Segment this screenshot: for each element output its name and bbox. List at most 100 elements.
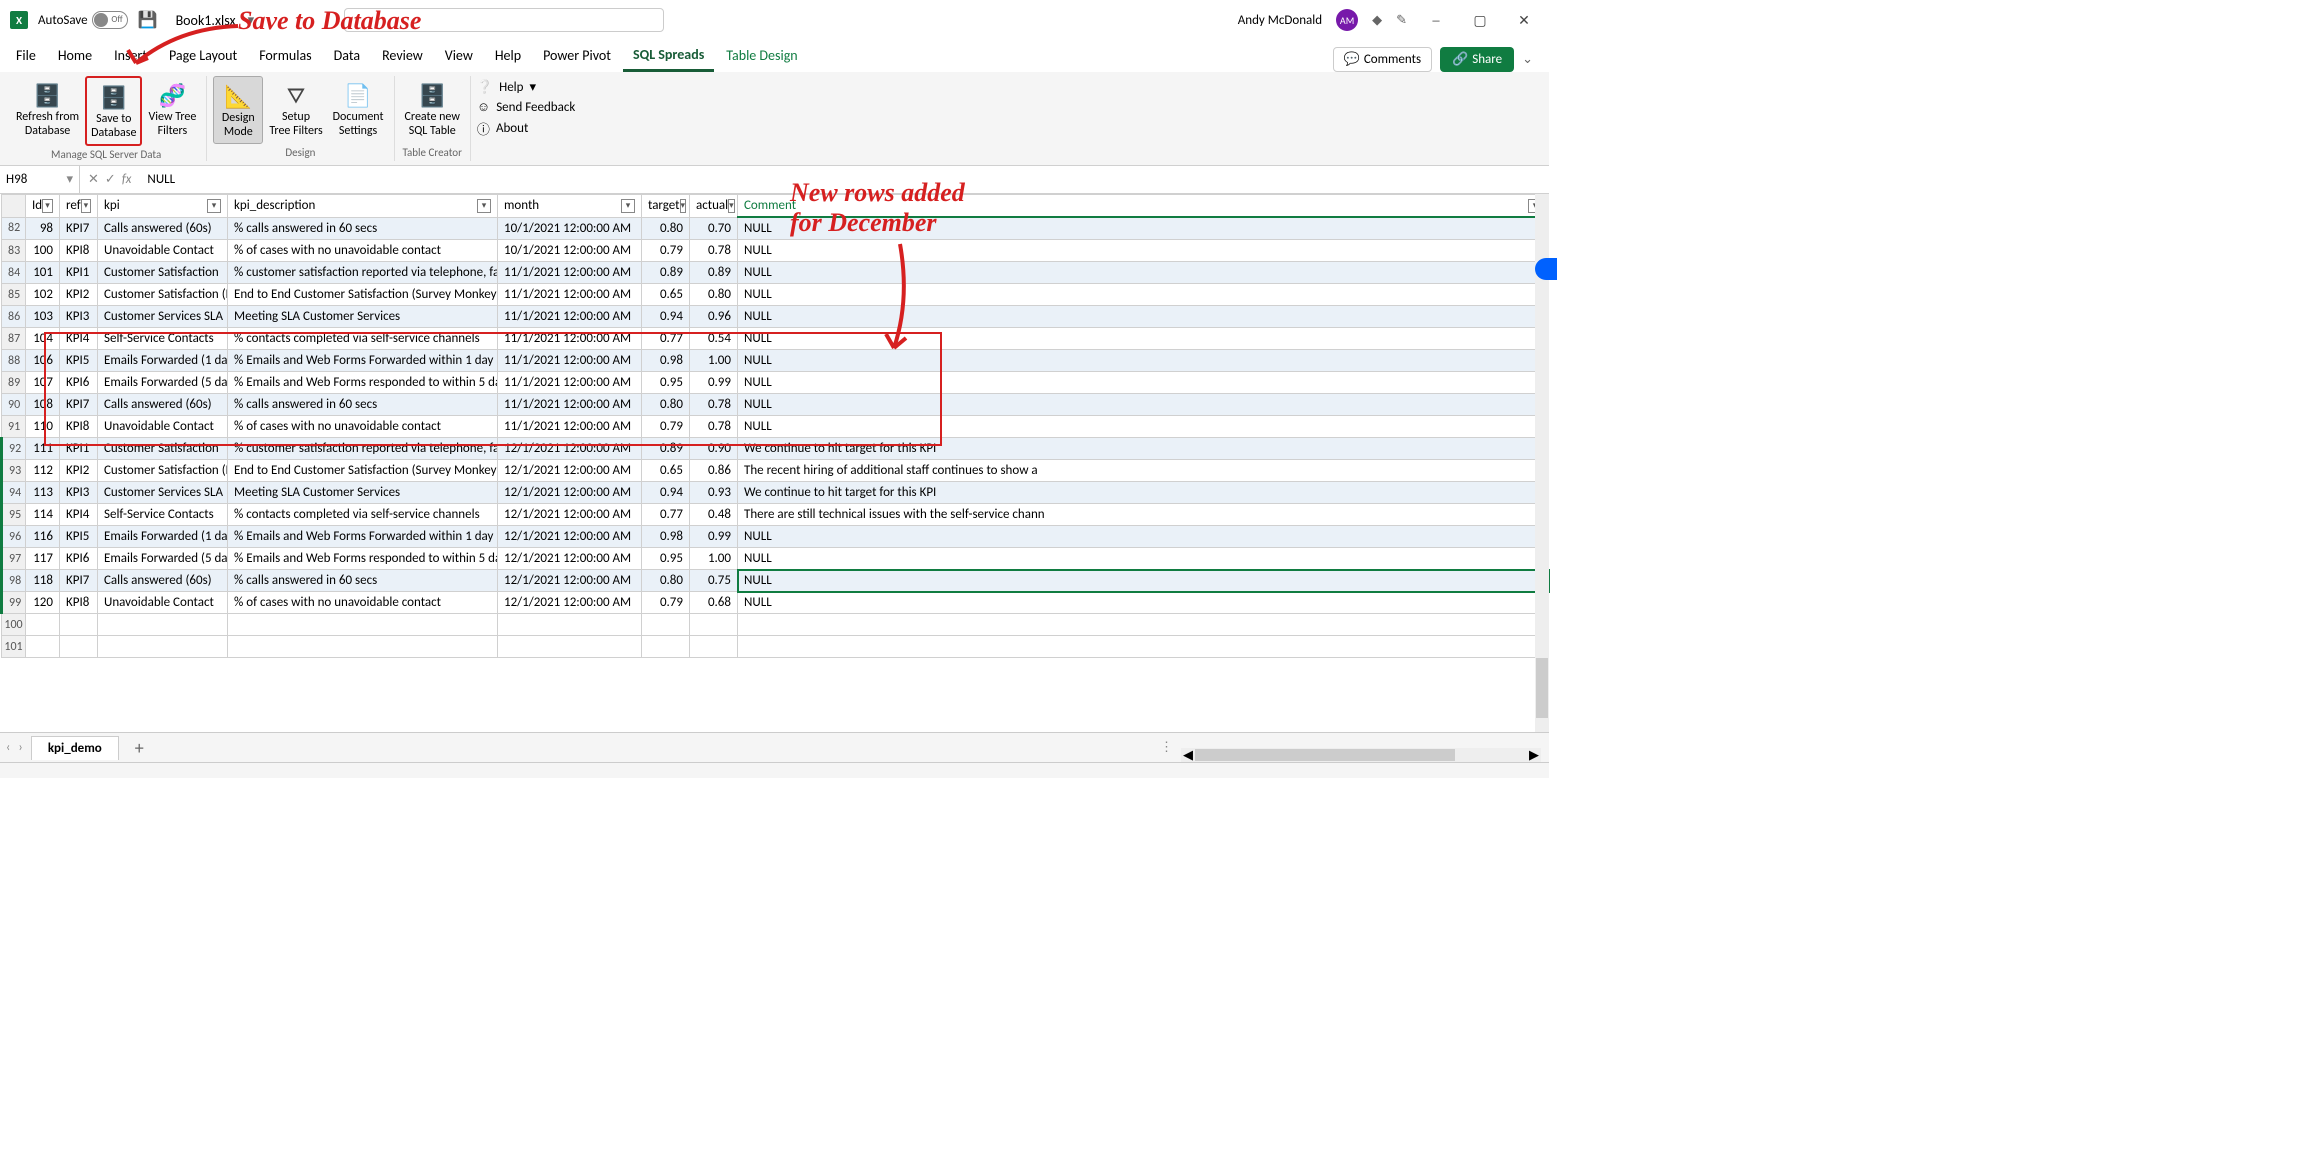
- table-row[interactable]: 8298KPI7Calls answered (60s)% calls answ…: [2, 217, 1549, 240]
- cell-kpi[interactable]: Unavoidable Contact: [98, 592, 228, 614]
- cell[interactable]: [26, 614, 60, 636]
- filter-icon[interactable]: ▾: [621, 199, 635, 213]
- table-row[interactable]: 96116KPI5Emails Forwarded (1 day)% Email…: [2, 526, 1549, 548]
- cell-ref[interactable]: KPI4: [60, 504, 98, 526]
- filter-icon[interactable]: ▾: [680, 199, 687, 213]
- cell-actual[interactable]: 0.80: [690, 284, 738, 306]
- row-number[interactable]: 87: [2, 328, 26, 350]
- cell[interactable]: [498, 614, 642, 636]
- table-row[interactable]: 83100KPI8Unavoidable Contact% of cases w…: [2, 240, 1549, 262]
- table-row[interactable]: 87104KPI4Self-Service Contacts% contacts…: [2, 328, 1549, 350]
- table-row[interactable]: 99120KPI8Unavoidable Contact% of cases w…: [2, 592, 1549, 614]
- cell-desc[interactable]: % customer satisfaction reported via tel…: [228, 438, 498, 460]
- collapse-ribbon-icon[interactable]: ⌄: [1522, 52, 1533, 67]
- cell[interactable]: [738, 636, 1549, 658]
- cell[interactable]: [228, 636, 498, 658]
- refresh-from-database-button[interactable]: 🗄️Refresh from Database: [12, 76, 83, 146]
- cell-desc[interactable]: % Emails and Web Forms responded to with…: [228, 372, 498, 394]
- filter-icon[interactable]: ▾: [81, 199, 91, 213]
- maximize-button[interactable]: ▢: [1465, 12, 1495, 29]
- cell[interactable]: [738, 614, 1549, 636]
- cell-ref[interactable]: KPI2: [60, 460, 98, 482]
- cell-desc[interactable]: % Emails and Web Forms responded to with…: [228, 548, 498, 570]
- tab-data[interactable]: Data: [324, 41, 370, 72]
- cell-comment[interactable]: We continue to hit target for this KPI: [738, 482, 1549, 504]
- cell-id[interactable]: 116: [26, 526, 60, 548]
- cell-id[interactable]: 117: [26, 548, 60, 570]
- enter-icon[interactable]: ✓: [105, 172, 116, 187]
- save-to-database-button[interactable]: 🗄️Save to Database: [85, 76, 142, 146]
- sheet-nav[interactable]: ‹›: [6, 740, 23, 755]
- tab-power-pivot[interactable]: Power Pivot: [533, 41, 621, 72]
- col-comment[interactable]: Comment▾: [738, 195, 1549, 218]
- cell-month[interactable]: 11/1/2021 12:00:00 AM: [498, 394, 642, 416]
- formula-input[interactable]: NULL: [139, 172, 183, 187]
- cell-comment[interactable]: NULL: [738, 262, 1549, 284]
- cell-target[interactable]: 0.89: [642, 262, 690, 284]
- cell[interactable]: [26, 636, 60, 658]
- cell-ref[interactable]: KPI5: [60, 526, 98, 548]
- cell-id[interactable]: 120: [26, 592, 60, 614]
- cell-ref[interactable]: KPI5: [60, 350, 98, 372]
- cell-kpi[interactable]: Emails Forwarded (5 days): [98, 372, 228, 394]
- tab-page-layout[interactable]: Page Layout: [159, 41, 247, 72]
- chevron-down-icon[interactable]: ▾: [66, 172, 73, 187]
- table-row[interactable]: 89107KPI6Emails Forwarded (5 days)% Emai…: [2, 372, 1549, 394]
- cell-kpi[interactable]: Customer Services SLA: [98, 482, 228, 504]
- cell-desc[interactable]: End to End Customer Satisfaction (Survey…: [228, 460, 498, 482]
- row-number[interactable]: 93: [2, 460, 26, 482]
- cell-actual[interactable]: 0.96: [690, 306, 738, 328]
- select-all[interactable]: [2, 195, 26, 218]
- cell-ref[interactable]: KPI7: [60, 570, 98, 592]
- cell-kpi[interactable]: Customer Satisfaction: [98, 438, 228, 460]
- tab-review[interactable]: Review: [372, 41, 433, 72]
- cell-id[interactable]: 113: [26, 482, 60, 504]
- view-tree-filters-button[interactable]: 🧬View Tree Filters: [144, 76, 200, 146]
- row-number[interactable]: 82: [2, 217, 26, 240]
- cell-target[interactable]: 0.79: [642, 592, 690, 614]
- cell-kpi[interactable]: Customer Satisfaction: [98, 262, 228, 284]
- cell-kpi[interactable]: Unavoidable Contact: [98, 240, 228, 262]
- cell-id[interactable]: 107: [26, 372, 60, 394]
- cell-id[interactable]: 102: [26, 284, 60, 306]
- cell-kpi[interactable]: Self-Service Contacts: [98, 504, 228, 526]
- name-box[interactable]: H98▾: [0, 166, 80, 193]
- cell-month[interactable]: 11/1/2021 12:00:00 AM: [498, 350, 642, 372]
- cell-actual[interactable]: 0.99: [690, 372, 738, 394]
- table-row[interactable]: 95114KPI4Self-Service Contacts% contacts…: [2, 504, 1549, 526]
- cell-desc[interactable]: % contacts completed via self-service ch…: [228, 328, 498, 350]
- cell[interactable]: [60, 614, 98, 636]
- row-number[interactable]: 89: [2, 372, 26, 394]
- cell-ref[interactable]: KPI8: [60, 592, 98, 614]
- cell-target[interactable]: 0.77: [642, 328, 690, 350]
- cell-comment[interactable]: NULL: [738, 592, 1549, 614]
- tab-table-design[interactable]: Table Design: [716, 41, 807, 72]
- cell-ref[interactable]: KPI1: [60, 438, 98, 460]
- cell-ref[interactable]: KPI4: [60, 328, 98, 350]
- pen-icon[interactable]: ✎: [1396, 13, 1407, 28]
- col-actual[interactable]: actual▾: [690, 195, 738, 218]
- table-row[interactable]: 91110KPI8Unavoidable Contact% of cases w…: [2, 416, 1549, 438]
- cell-id[interactable]: 98: [26, 217, 60, 240]
- table-row[interactable]: 86103KPI3Customer Services SLAMeeting SL…: [2, 306, 1549, 328]
- table-row[interactable]: 84101KPI1Customer Satisfaction% customer…: [2, 262, 1549, 284]
- avatar[interactable]: AM: [1336, 9, 1358, 31]
- cell-month[interactable]: 12/1/2021 12:00:00 AM: [498, 504, 642, 526]
- cell-month[interactable]: 12/1/2021 12:00:00 AM: [498, 570, 642, 592]
- cell-comment[interactable]: NULL: [738, 526, 1549, 548]
- close-button[interactable]: ✕: [1509, 12, 1539, 29]
- tab-file[interactable]: File: [6, 41, 46, 72]
- row-number[interactable]: 101: [2, 636, 26, 658]
- cell-target[interactable]: 0.65: [642, 460, 690, 482]
- cell-desc[interactable]: End to End Customer Satisfaction (Survey…: [228, 284, 498, 306]
- filter-icon[interactable]: ▾: [42, 199, 53, 213]
- document-settings-button[interactable]: 📄Document Settings: [329, 76, 388, 144]
- cell-desc[interactable]: % contacts completed via self-service ch…: [228, 504, 498, 526]
- cell-comment[interactable]: NULL: [738, 306, 1549, 328]
- cell-month[interactable]: 11/1/2021 12:00:00 AM: [498, 306, 642, 328]
- tab-sql-spreads[interactable]: SQL Spreads: [623, 40, 714, 72]
- cell-month[interactable]: 12/1/2021 12:00:00 AM: [498, 592, 642, 614]
- cell-month[interactable]: 11/1/2021 12:00:00 AM: [498, 372, 642, 394]
- table-row[interactable]: 85102KPI2Customer Satisfaction (E2E)End …: [2, 284, 1549, 306]
- cell-id[interactable]: 110: [26, 416, 60, 438]
